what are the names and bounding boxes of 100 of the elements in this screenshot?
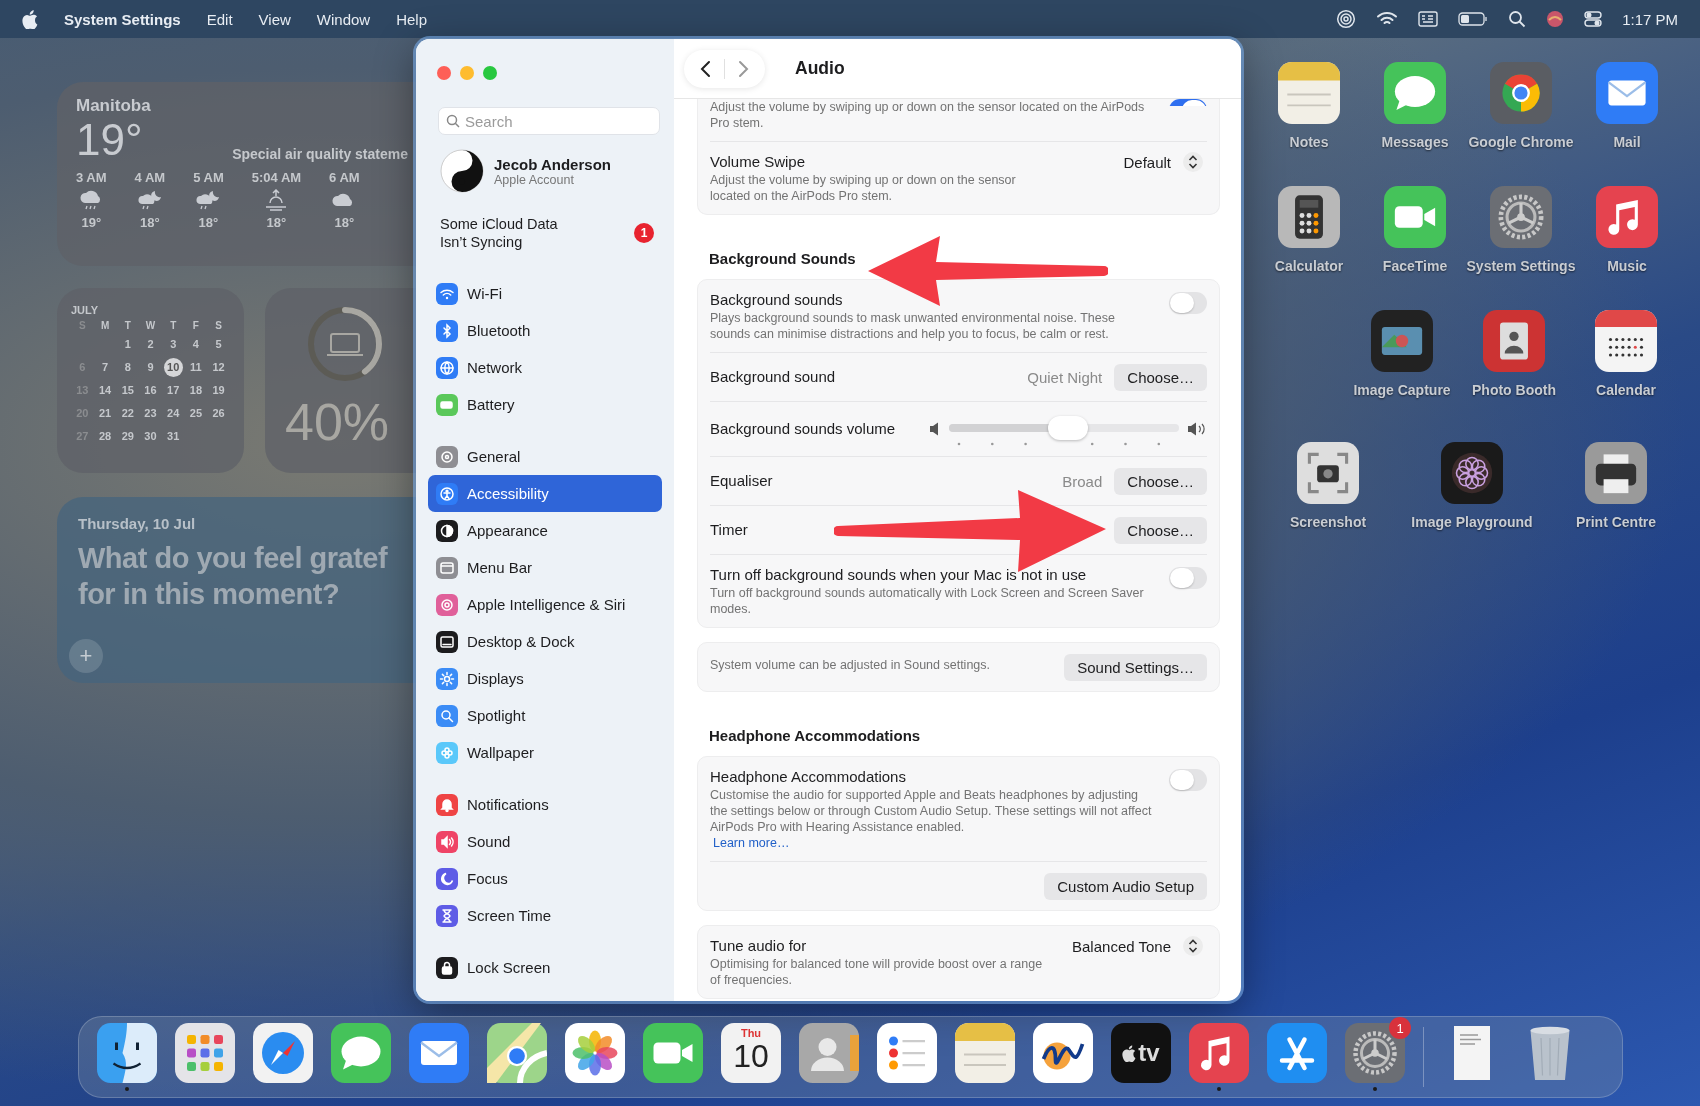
desktop-icon-label[interactable]: System Settings bbox=[1466, 258, 1576, 274]
broadcast-icon[interactable] bbox=[1336, 9, 1357, 29]
toggle-switch[interactable] bbox=[1169, 567, 1207, 589]
sidebar-item[interactable]: Sound bbox=[428, 823, 662, 860]
sidebar-item[interactable]: Accessibility bbox=[428, 475, 662, 512]
calendar-day: 29 bbox=[118, 427, 138, 446]
weather-widget[interactable]: Manitoba 19° Special air quality stateme 3 AM 19° 4 AM 18° 5 AM 18° 5:04 AM 18° 6 AM 18° bbox=[57, 82, 416, 266]
sidebar-item[interactable]: Screen Time bbox=[428, 897, 662, 934]
toggle-switch[interactable] bbox=[1169, 769, 1207, 791]
setting-description: System volume can be adjusted in Sound settings. bbox=[710, 657, 992, 673]
setting-description: Adjust the volume by swiping up or down on the sensor located on the AirPods Pro stem. bbox=[710, 172, 1017, 204]
gear-icon bbox=[1345, 1023, 1405, 1083]
desktop-icon-label[interactable]: Photo Booth bbox=[1472, 382, 1556, 398]
desktop-icon-label[interactable]: Calendar bbox=[1596, 382, 1656, 398]
sidebar-item[interactable]: Bluetooth bbox=[428, 312, 662, 349]
sidebar-item[interactable]: Lock Screen bbox=[428, 949, 662, 986]
battery-percentage: 40% bbox=[285, 392, 391, 452]
calendar-date: 10 bbox=[733, 1039, 769, 1073]
desktop-icon-label[interactable]: Image Capture bbox=[1353, 382, 1451, 398]
sidebar-item[interactable]: Focus bbox=[428, 860, 662, 897]
sidebar-item[interactable]: Displays bbox=[428, 660, 662, 697]
sidebar-item[interactable]: Menu Bar bbox=[428, 549, 662, 586]
tv-icon[interactable]: tv bbox=[1111, 1023, 1171, 1083]
calendar-day: 7 bbox=[95, 358, 115, 377]
menu-item[interactable]: Window bbox=[316, 10, 371, 28]
sidebar-item[interactable]: Apple Intelligence & Siri bbox=[428, 586, 662, 623]
setting-label: Timer bbox=[710, 520, 749, 540]
toggle-switch[interactable] bbox=[1169, 292, 1207, 314]
sidebar-item[interactable]: Desktop & Dock bbox=[428, 623, 662, 660]
close-button[interactable] bbox=[437, 66, 451, 80]
desktop-icon-label[interactable]: Screenshot bbox=[1289, 514, 1367, 530]
toggle-switch[interactable] bbox=[1169, 99, 1207, 106]
sound-settings-button[interactable]: Sound Settings… bbox=[1064, 653, 1207, 681]
choose-button[interactable]: Choose… bbox=[1114, 516, 1207, 544]
popup-button[interactable]: Balanced Tone bbox=[1072, 936, 1203, 956]
forecast-temperature: 18° bbox=[266, 215, 287, 230]
chevron-updown-icon bbox=[1183, 936, 1203, 956]
forecast-time: 4 AM bbox=[134, 170, 166, 185]
calendar-day: 15 bbox=[118, 381, 138, 400]
choose-button[interactable]: Choose… bbox=[1114, 363, 1207, 391]
desktop-icon-label[interactable]: Calculator bbox=[1274, 258, 1344, 274]
flower-ring-icon bbox=[1441, 442, 1503, 504]
desktop-icon-label[interactable]: Google Chrome bbox=[1468, 134, 1574, 150]
calendar-day: 11 bbox=[186, 358, 206, 377]
journal-date: Thursday, 10 Jul bbox=[78, 515, 197, 532]
desktop-icon-label[interactable]: Print Centre bbox=[1575, 514, 1657, 530]
desktop-icon-label[interactable]: Messages bbox=[1381, 134, 1449, 150]
sidebar-item[interactable]: Wi-Fi bbox=[428, 275, 662, 312]
setting-label: Equaliser bbox=[710, 471, 774, 491]
slider-thumb[interactable] bbox=[1047, 416, 1088, 440]
sidebar-item[interactable]: Spotlight bbox=[428, 697, 662, 734]
face-icon bbox=[97, 1023, 157, 1083]
sidebar-item[interactable]: Wallpaper bbox=[428, 734, 662, 771]
menu-item[interactable]: Help bbox=[396, 10, 428, 28]
sidebar-item[interactable]: Network bbox=[428, 349, 662, 386]
menu-item[interactable]: View bbox=[258, 10, 291, 28]
sidebar-item[interactable]: Notifications bbox=[428, 786, 662, 823]
menu-app-name[interactable]: System Settings bbox=[64, 10, 181, 28]
search-field[interactable]: Search bbox=[438, 107, 660, 135]
calendar-weekday: Thu bbox=[740, 1027, 762, 1039]
slider-track[interactable] bbox=[949, 416, 1179, 440]
setting-description: Plays background sounds to mask unwanted environmental noise. These sounds can minimise distractions and help you to focus, be calm or rest. bbox=[710, 310, 1116, 342]
setting-label: Volume Swipe bbox=[710, 152, 807, 172]
setting-label: Background sound bbox=[710, 367, 837, 387]
setting-description: Customise the audio for supported Apple and Beats headphones by adjusting the settings below or through Custom Audio Setup. These settings will not affect AirPods Pro with Hearing Assistance enabled. Learn more… bbox=[710, 787, 1153, 851]
choose-button[interactable]: Choose… bbox=[1114, 467, 1207, 495]
sidebar-item[interactable]: General bbox=[428, 438, 662, 475]
popup-button[interactable]: Default bbox=[1123, 152, 1203, 172]
calendar-day: 4 bbox=[186, 335, 206, 354]
yin-yang-icon[interactable] bbox=[440, 149, 484, 193]
forecast-time: 5 AM bbox=[193, 170, 224, 185]
account-name[interactable]: Jecob Anderson bbox=[494, 155, 611, 173]
search-icon[interactable] bbox=[1508, 10, 1527, 28]
desktop-icon-label[interactable]: Music bbox=[1607, 258, 1647, 274]
icloud-notice[interactable]: Some iCloud Data Isn’t Syncing bbox=[440, 215, 580, 251]
sidebar-item[interactable]: Appearance bbox=[428, 512, 662, 549]
desktop-icon-label[interactable]: Image Playground bbox=[1411, 514, 1533, 530]
custom-audio-setup-button[interactable]: Custom Audio Setup bbox=[1044, 872, 1207, 900]
colored-circle-icon[interactable] bbox=[1546, 10, 1565, 28]
learn-more-link[interactable]: Learn more… bbox=[713, 836, 790, 850]
weekday-label: W bbox=[144, 320, 157, 331]
desktop-icon-label[interactable]: Notes bbox=[1289, 134, 1329, 150]
setting-description: Adjust the volume by swiping up or down on the sensor located on the AirPods Pro stem. bbox=[710, 99, 1146, 131]
desktop-icon-label[interactable]: FaceTime bbox=[1382, 258, 1448, 274]
keyboard-icon[interactable] bbox=[1418, 11, 1439, 27]
control-center-icon[interactable] bbox=[1584, 10, 1603, 28]
desktop-icon-label[interactable]: Mail bbox=[1613, 134, 1641, 150]
battery-icon[interactable] bbox=[1458, 11, 1489, 27]
window-title: Audio bbox=[795, 58, 845, 79]
menu-item[interactable]: Edit bbox=[206, 10, 233, 28]
setting-value: Quiet Night bbox=[1027, 368, 1103, 386]
setting-label: Headphone Accommodations bbox=[710, 767, 907, 787]
apple-icon[interactable] bbox=[22, 9, 38, 29]
menu-bar-clock[interactable]: 1:17 PM bbox=[1622, 10, 1678, 28]
calendar-day: 25 bbox=[186, 404, 206, 423]
calendar-icon[interactable]: Thu 10 bbox=[721, 1023, 781, 1083]
sidebar-item[interactable]: Battery bbox=[428, 386, 662, 423]
calendar-day: 28 bbox=[95, 427, 115, 446]
calendar-day: 18 bbox=[186, 381, 206, 400]
speaker-low-icon bbox=[929, 422, 941, 436]
